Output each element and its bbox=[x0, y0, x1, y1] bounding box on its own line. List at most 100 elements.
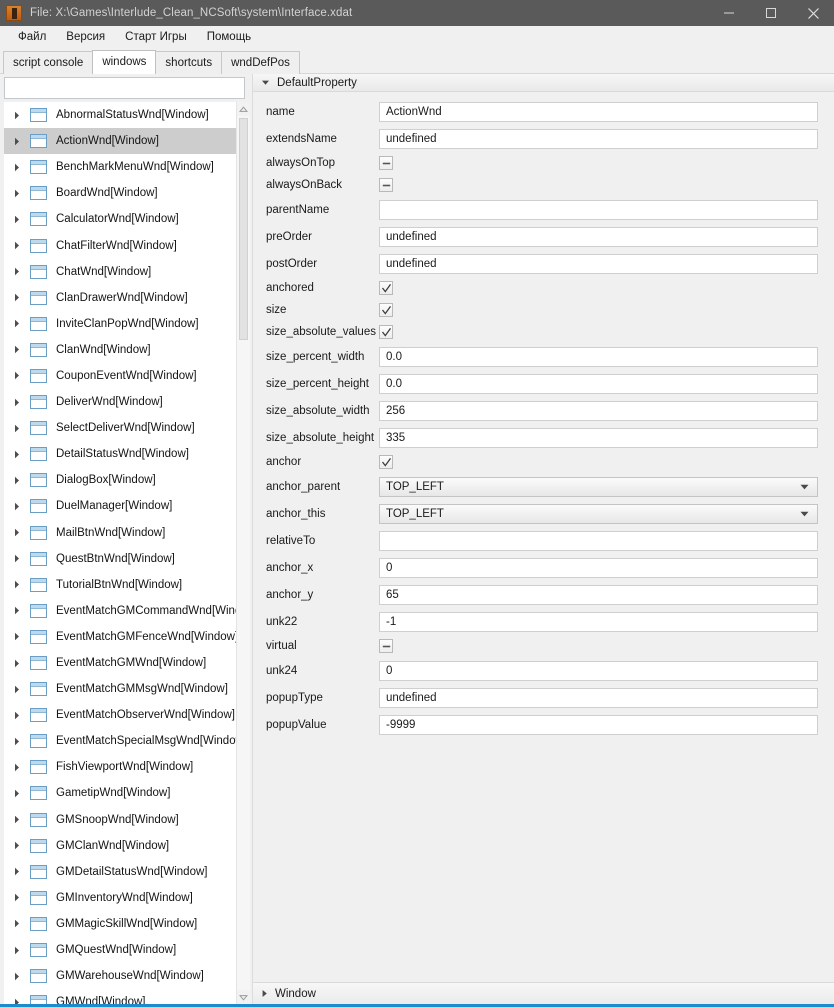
scroll-up-arrow-icon[interactable] bbox=[237, 102, 250, 116]
expand-arrow-icon[interactable] bbox=[14, 580, 27, 589]
expand-arrow-icon[interactable] bbox=[14, 215, 27, 224]
property-checkbox[interactable] bbox=[379, 281, 393, 295]
expand-arrow-icon[interactable] bbox=[14, 606, 27, 615]
property-checkbox[interactable] bbox=[379, 455, 393, 469]
tree-item[interactable]: GMDetailStatusWnd[Window] bbox=[4, 859, 236, 885]
menu-item-start-game[interactable]: Старт Игры bbox=[115, 29, 197, 45]
tree-item[interactable]: ChatWnd[Window] bbox=[4, 259, 236, 285]
expand-arrow-icon[interactable] bbox=[14, 763, 27, 772]
tree-item[interactable]: DeliverWnd[Window] bbox=[4, 389, 236, 415]
tree-item[interactable]: CouponEventWnd[Window] bbox=[4, 363, 236, 389]
expand-arrow-icon[interactable] bbox=[14, 450, 27, 459]
property-text-input[interactable]: -9999 bbox=[379, 714, 818, 735]
expand-arrow-icon[interactable] bbox=[14, 476, 27, 485]
menu-item-version[interactable]: Версия bbox=[56, 29, 115, 45]
property-checkbox[interactable] bbox=[379, 156, 393, 170]
property-text-input[interactable]: 0 bbox=[379, 557, 818, 578]
expand-arrow-icon[interactable] bbox=[14, 867, 27, 876]
tree-item[interactable]: ClanWnd[Window] bbox=[4, 337, 236, 363]
tree-item[interactable]: SelectDeliverWnd[Window] bbox=[4, 415, 236, 441]
window-tree[interactable]: AbnormalStatusWnd[Window] ActionWnd[Windo… bbox=[4, 102, 236, 1004]
tree-item[interactable]: DialogBox[Window] bbox=[4, 467, 236, 493]
expand-arrow-icon[interactable] bbox=[14, 267, 27, 276]
expand-arrow-icon[interactable] bbox=[14, 919, 27, 928]
expand-arrow-icon[interactable] bbox=[14, 398, 27, 407]
expand-arrow-icon[interactable] bbox=[14, 111, 27, 120]
tree-item[interactable]: QuestBtnWnd[Window] bbox=[4, 546, 236, 572]
expand-arrow-icon[interactable] bbox=[14, 737, 27, 746]
expand-arrow-icon[interactable] bbox=[14, 841, 27, 850]
property-text-input[interactable]: 0.0 bbox=[379, 346, 818, 367]
expand-arrow-icon[interactable] bbox=[14, 632, 27, 641]
expand-arrow-icon[interactable] bbox=[14, 946, 27, 955]
property-text-input[interactable]: undefined bbox=[379, 253, 818, 274]
tree-item[interactable]: MailBtnWnd[Window] bbox=[4, 520, 236, 546]
tree-item[interactable]: FishViewportWnd[Window] bbox=[4, 754, 236, 780]
tree-item[interactable]: EventMatchGMCommandWnd[Window] bbox=[4, 598, 236, 624]
tree-item[interactable]: GMInventoryWnd[Window] bbox=[4, 885, 236, 911]
scroll-down-arrow-icon[interactable] bbox=[237, 990, 250, 1004]
expand-arrow-icon[interactable] bbox=[14, 319, 27, 328]
expand-arrow-icon[interactable] bbox=[14, 789, 27, 798]
tree-item[interactable]: InviteClanPopWnd[Window] bbox=[4, 311, 236, 337]
tree-item[interactable]: DuelManager[Window] bbox=[4, 493, 236, 519]
tree-item[interactable]: ChatFilterWnd[Window] bbox=[4, 232, 236, 258]
tree-item[interactable]: GMQuestWnd[Window] bbox=[4, 937, 236, 963]
property-text-input[interactable]: 65 bbox=[379, 584, 818, 605]
property-text-input[interactable]: undefined bbox=[379, 128, 818, 149]
expand-arrow-icon[interactable] bbox=[14, 345, 27, 354]
tree-item[interactable]: EventMatchGMWnd[Window] bbox=[4, 650, 236, 676]
expand-arrow-icon[interactable] bbox=[14, 972, 27, 981]
tree-item[interactable]: ActionWnd[Window] bbox=[4, 128, 236, 155]
property-text-input[interactable]: undefined bbox=[379, 226, 818, 247]
tree-vertical-scrollbar[interactable] bbox=[236, 102, 250, 1004]
expand-arrow-icon[interactable] bbox=[14, 137, 27, 146]
property-checkbox[interactable] bbox=[379, 178, 393, 192]
menu-item-help[interactable]: Помощь bbox=[197, 29, 261, 45]
expand-arrow-icon[interactable] bbox=[14, 424, 27, 433]
expand-arrow-icon[interactable] bbox=[14, 659, 27, 668]
tab-shortcuts[interactable]: shortcuts bbox=[155, 51, 223, 74]
property-text-input[interactable]: 0.0 bbox=[379, 373, 818, 394]
property-text-input[interactable]: undefined bbox=[379, 687, 818, 708]
tree-item[interactable]: GMWarehouseWnd[Window] bbox=[4, 963, 236, 989]
scroll-thumb[interactable] bbox=[239, 118, 248, 340]
tree-item[interactable]: GametipWnd[Window] bbox=[4, 780, 236, 806]
tree-item[interactable]: TutorialBtnWnd[Window] bbox=[4, 572, 236, 598]
menu-item-file[interactable]: Файл bbox=[8, 29, 56, 45]
tree-item[interactable]: ClanDrawerWnd[Window] bbox=[4, 285, 236, 311]
tree-item[interactable]: CalculatorWnd[Window] bbox=[4, 206, 236, 232]
expand-arrow-icon[interactable] bbox=[14, 893, 27, 902]
tree-item[interactable]: EventMatchObserverWnd[Window] bbox=[4, 702, 236, 728]
property-text-input[interactable]: ActionWnd bbox=[379, 101, 818, 122]
expand-arrow-icon[interactable] bbox=[14, 554, 27, 563]
expand-arrow-icon[interactable] bbox=[14, 815, 27, 824]
expand-arrow-icon[interactable] bbox=[14, 163, 27, 172]
close-button[interactable] bbox=[792, 0, 834, 26]
tree-item[interactable]: EventMatchSpecialMsgWnd[Window] bbox=[4, 728, 236, 754]
expand-arrow-icon[interactable] bbox=[14, 241, 27, 250]
property-text-input[interactable] bbox=[379, 530, 818, 551]
expand-arrow-icon[interactable] bbox=[14, 371, 27, 380]
expand-arrow-icon[interactable] bbox=[14, 189, 27, 198]
tree-item[interactable]: DetailStatusWnd[Window] bbox=[4, 441, 236, 467]
tree-item[interactable]: GMClanWnd[Window] bbox=[4, 833, 236, 859]
tab-script-console[interactable]: script console bbox=[3, 51, 94, 74]
tree-item[interactable]: EventMatchGMFenceWnd[Window] bbox=[4, 624, 236, 650]
property-dropdown[interactable]: TOP_LEFT bbox=[379, 476, 818, 497]
property-text-input[interactable]: 335 bbox=[379, 427, 818, 448]
expand-arrow-icon[interactable] bbox=[14, 685, 27, 694]
property-text-input[interactable]: 256 bbox=[379, 400, 818, 421]
minimize-button[interactable] bbox=[708, 0, 750, 26]
tree-item[interactable]: GMWnd[Window] bbox=[4, 989, 236, 1004]
tab-windows[interactable]: windows bbox=[92, 50, 157, 74]
expand-arrow-icon[interactable] bbox=[14, 711, 27, 720]
expand-arrow-icon[interactable] bbox=[14, 293, 27, 302]
property-checkbox[interactable] bbox=[379, 325, 393, 339]
property-dropdown[interactable]: TOP_LEFT bbox=[379, 503, 818, 524]
maximize-button[interactable] bbox=[750, 0, 792, 26]
tree-item[interactable]: GMSnoopWnd[Window] bbox=[4, 807, 236, 833]
property-text-input[interactable]: -1 bbox=[379, 611, 818, 632]
expand-arrow-icon[interactable] bbox=[14, 502, 27, 511]
tree-item[interactable]: BenchMarkMenuWnd[Window] bbox=[4, 154, 236, 180]
